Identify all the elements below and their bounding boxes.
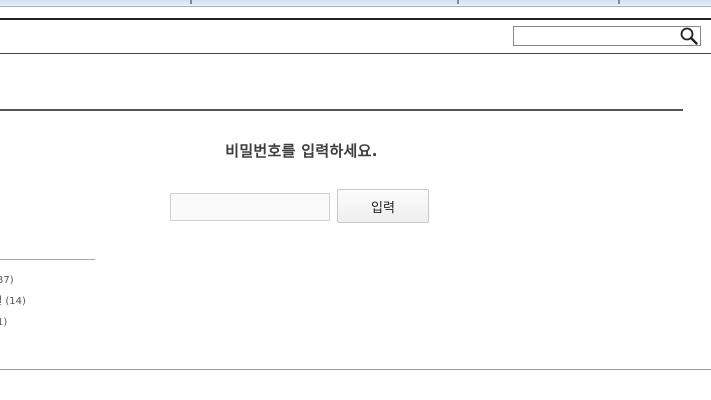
search-button[interactable] (679, 27, 699, 45)
category-list: 37) 결 (14) 1) (0, 272, 33, 335)
search-input[interactable] (514, 27, 678, 45)
window-frame-edge (0, 0, 711, 7)
frame-notch (457, 0, 459, 4)
frame-notch (618, 0, 620, 4)
category-label: 결 (0, 296, 2, 307)
footer-divider (0, 369, 711, 370)
search-box (513, 26, 701, 46)
content-divider (0, 109, 683, 111)
search-icon (680, 27, 698, 45)
category-count: 1) (0, 317, 8, 328)
category-item[interactable]: 37) (0, 272, 30, 293)
category-count: 37) (0, 275, 14, 286)
frame-notch (190, 0, 192, 4)
category-item[interactable]: 1) (0, 314, 30, 335)
blog-header (0, 20, 711, 54)
category-item[interactable]: 결 (14) (0, 293, 26, 314)
password-input[interactable] (170, 193, 330, 221)
password-prompt: 비밀번호를 입력하세요. (225, 142, 378, 160)
category-count: (14) (5, 296, 26, 307)
password-submit-button[interactable]: 입력 (337, 189, 429, 223)
sidebar-divider (0, 259, 95, 260)
